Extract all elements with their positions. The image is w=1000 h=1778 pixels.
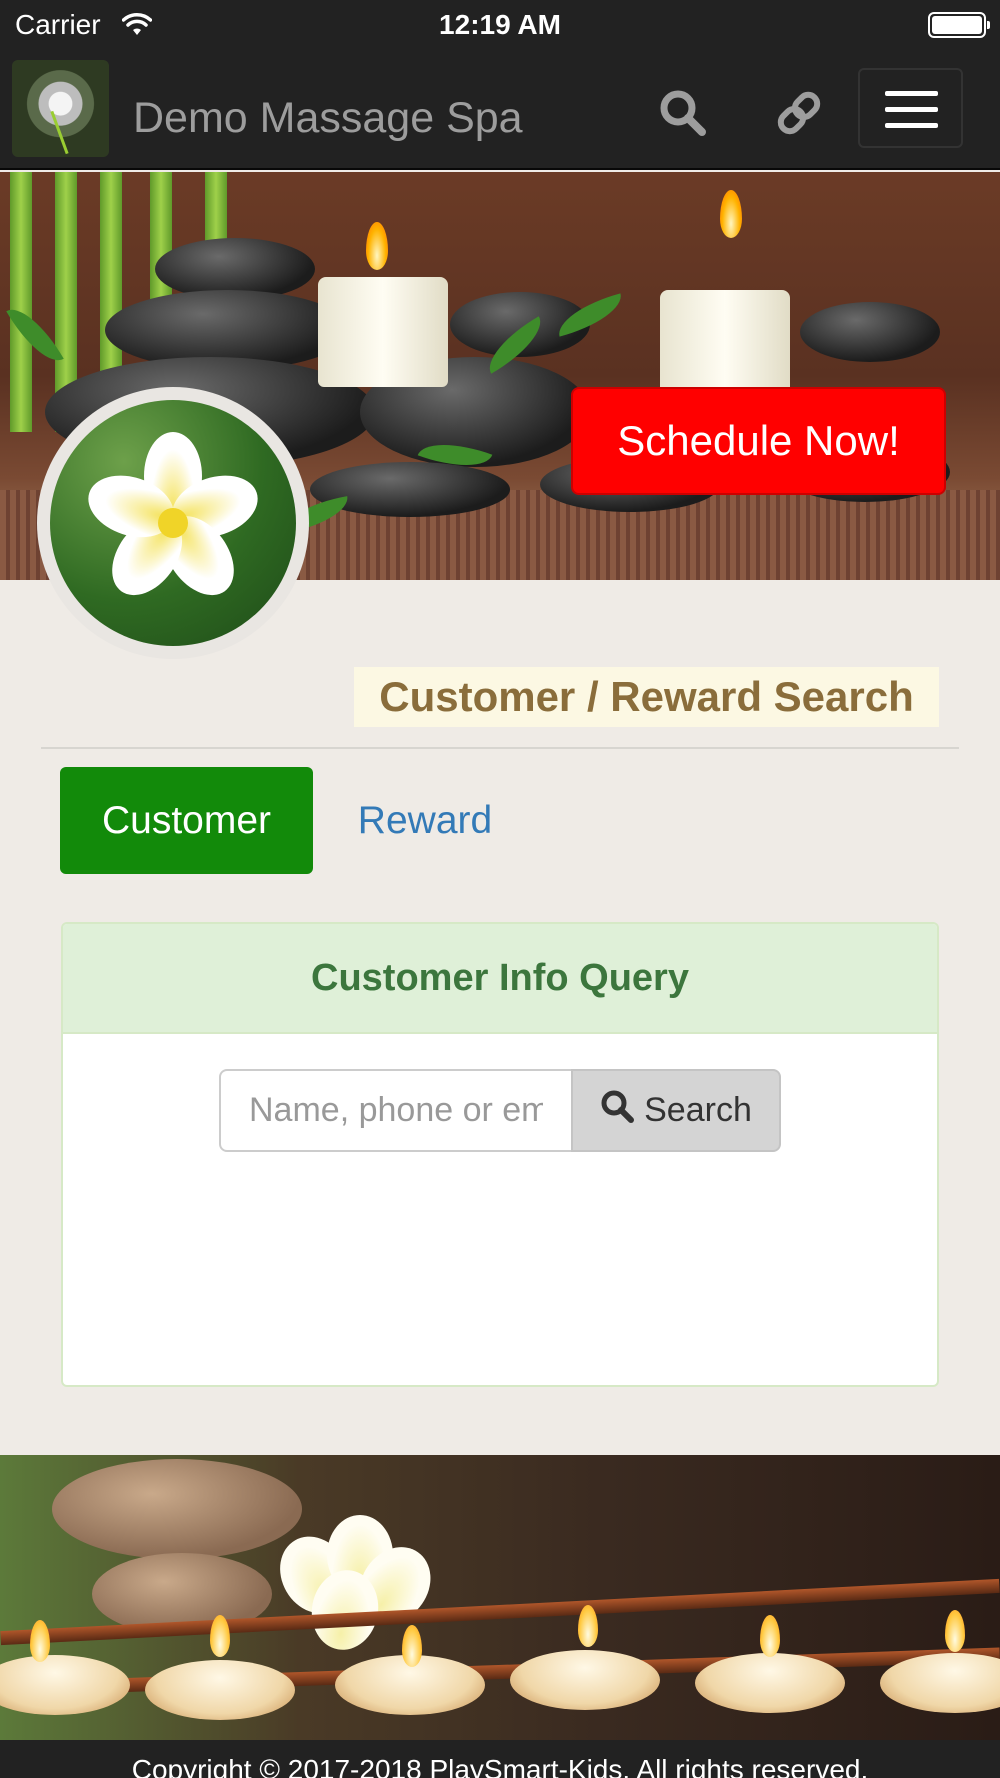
plumeria-flower-image (50, 400, 296, 646)
clock: 12:19 AM (439, 9, 561, 40)
status-bar: Carrier 12:19 AM (0, 0, 1000, 50)
profile-avatar (37, 387, 309, 659)
schedule-now-button[interactable]: Schedule Now! (571, 387, 946, 495)
dandelion-logo-icon[interactable] (12, 60, 109, 157)
navbar: Demo Massage Spa (0, 50, 1000, 170)
battery-icon (928, 12, 990, 38)
search-button-label: Search (644, 1091, 752, 1129)
search-group: Search (219, 1069, 781, 1152)
search-input[interactable] (219, 1069, 573, 1152)
divider (41, 747, 959, 749)
link-icon[interactable] (773, 87, 825, 139)
search-icon[interactable] (658, 88, 708, 138)
panel-title: Customer Info Query (63, 924, 937, 1034)
customer-info-panel: Customer Info Query Search (61, 922, 939, 1387)
tab-reward[interactable]: Reward (335, 767, 515, 874)
hamburger-menu-button[interactable] (858, 68, 963, 148)
tab-customer[interactable]: Customer (60, 767, 313, 874)
footer-candles-image (0, 1455, 1000, 1740)
page-title: Customer / Reward Search (354, 667, 939, 727)
copyright-text: Copyright © 2017-2018 PlaySmart-Kids. Al… (0, 1740, 1000, 1778)
search-button[interactable]: Search (571, 1069, 781, 1152)
brand-title[interactable]: Demo Massage Spa (133, 94, 523, 143)
search-icon (600, 1089, 635, 1132)
